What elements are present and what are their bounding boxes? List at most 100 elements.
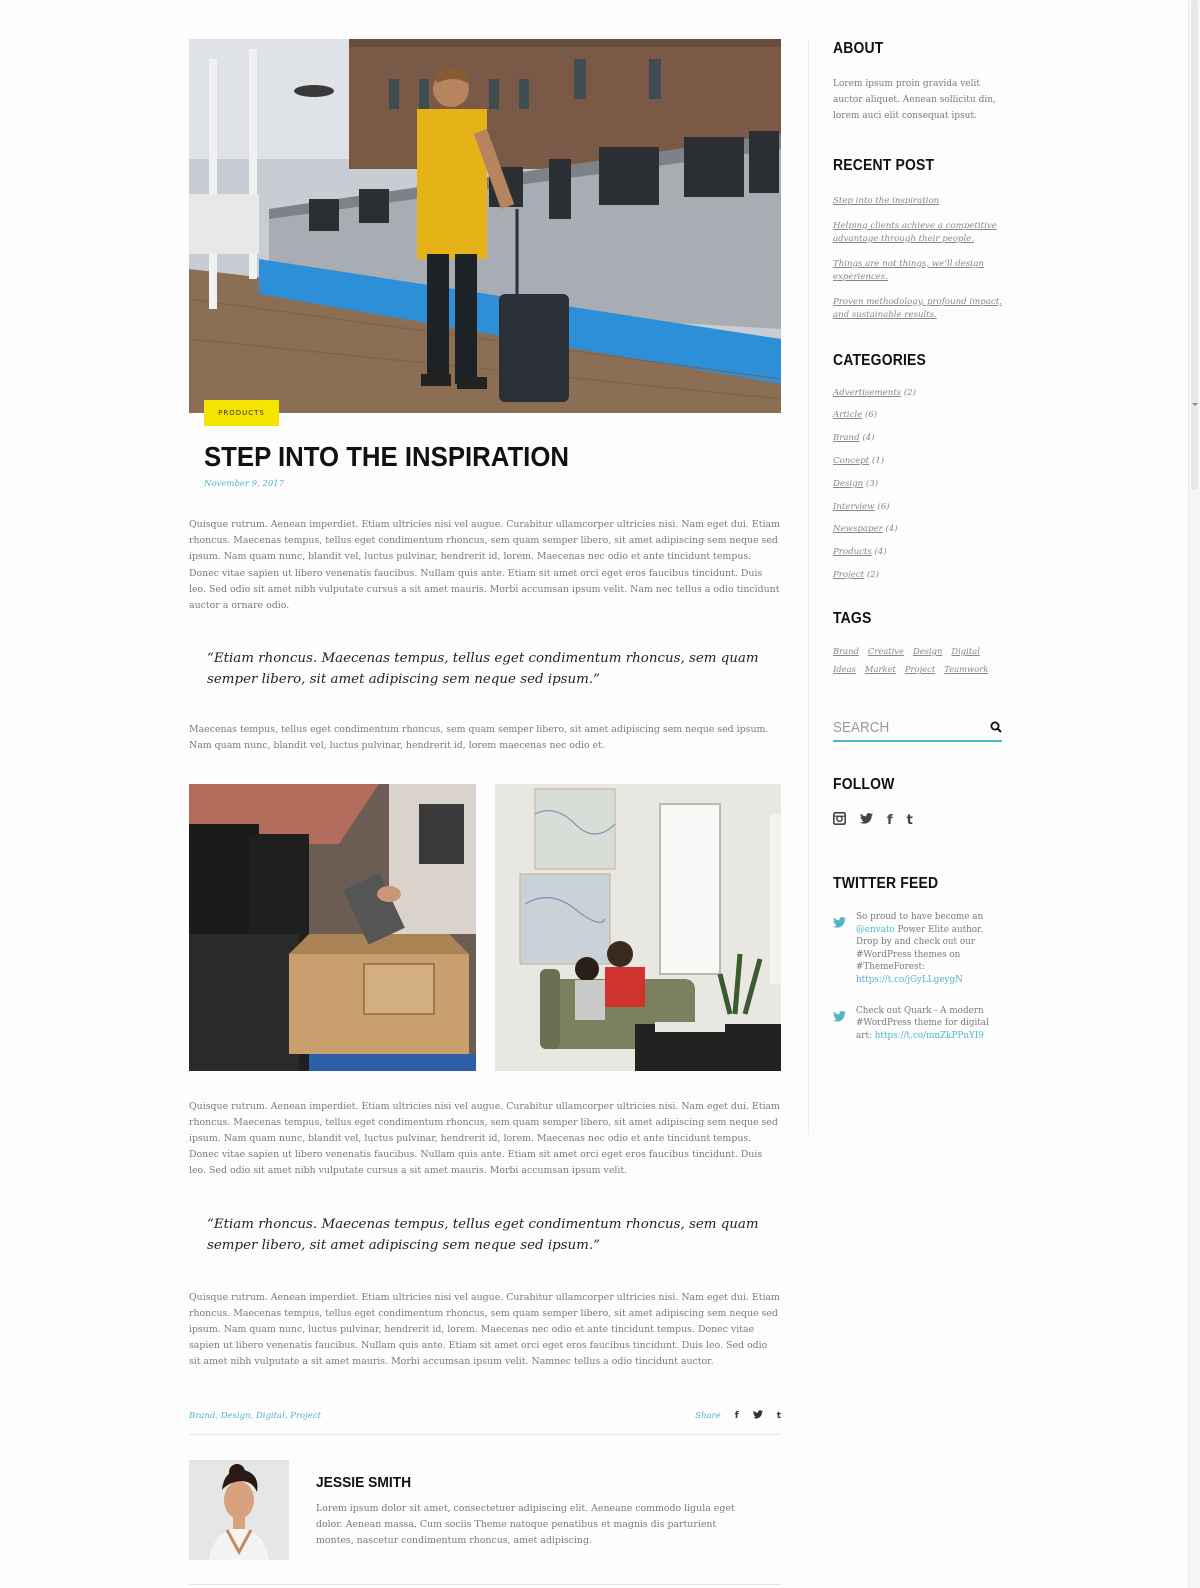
twitter-icon[interactable] [860, 813, 873, 828]
share-bar: Share f t [695, 1409, 781, 1422]
category-count: (3) [865, 478, 879, 489]
category-item[interactable]: Design (3) [833, 479, 1003, 489]
widget-title-recent-post: RECENT POST [833, 156, 935, 174]
category-item[interactable]: Project (2) [833, 570, 1003, 580]
recent-post-link[interactable]: Proven methodology, profound impact, and… [833, 296, 1003, 322]
scrollbar-thumb[interactable] [1191, 0, 1198, 490]
tumblr-icon[interactable]: t [907, 813, 913, 828]
widget-title-tags: TAGS [833, 609, 872, 627]
tweet-item: Check out Quark - A modern #WordPress th… [833, 1005, 1003, 1043]
widget-title-categories: CATEGORIES [833, 351, 927, 369]
post-date[interactable]: November 9, 2017 [204, 479, 781, 489]
author-avatar [189, 1459, 289, 1560]
sidebar: ABOUT Lorem ipsum proin gravida velit au… [833, 40, 1003, 1042]
category-label[interactable]: Project [833, 570, 864, 580]
category-label[interactable]: Brand [833, 433, 860, 443]
recent-posts-list: Step into the inspiration Helping client… [833, 195, 1003, 322]
post-tag-link[interactable]: Brand [189, 1411, 215, 1421]
post-tag-link[interactable]: Project [290, 1411, 321, 1421]
search-widget [833, 716, 1002, 742]
category-item[interactable]: Article (6) [833, 410, 1003, 420]
post-tag-link[interactable]: Design [221, 1411, 251, 1421]
recent-post-link[interactable]: Things are not things, we’ll design expe… [833, 258, 1003, 284]
gallery-image-packing[interactable] [189, 783, 476, 1071]
author-info: JESSIE SMITH Lorem ipsum dolor sit amet,… [316, 1460, 756, 1560]
category-count: (4) [885, 524, 898, 535]
tag-link[interactable]: Teamwork [944, 664, 988, 674]
window-scrollbar[interactable] [1188, 0, 1200, 1588]
category-label[interactable]: Interview [833, 502, 875, 512]
twitter-bird-icon [833, 913, 846, 987]
category-label[interactable]: Article [833, 410, 862, 420]
category-label[interactable]: Design [833, 479, 863, 489]
facebook-icon[interactable]: f [887, 813, 893, 828]
tag-link[interactable]: Project [905, 664, 935, 674]
search-input[interactable] [833, 719, 950, 737]
category-count: (2) [903, 387, 917, 398]
tweet-text-part: So proud to have become an [856, 911, 984, 922]
scroll-arrow-icon[interactable] [1192, 403, 1198, 406]
category-count: (6) [877, 501, 890, 512]
post-meta-bar: Brand, Design, Digital, Project Share f … [189, 1409, 781, 1435]
tweet-text: So proud to have become an @envato Power… [856, 911, 1003, 987]
post-tag-link[interactable]: Digital [256, 1411, 285, 1421]
follow-icons: f t [833, 811, 1003, 829]
category-count: (1) [871, 456, 885, 466]
category-label[interactable]: Concept [833, 456, 869, 466]
post-paragraph: Quisque rutrum. Aenean imperdiet. Etiam … [189, 519, 780, 612]
post-tags: Brand, Design, Digital, Project [189, 1410, 322, 1421]
tweet-url-link[interactable]: https://t.co/mnZkPPnYI9 [875, 1031, 984, 1041]
post-title: STEP INTO THE INSPIRATION [204, 441, 569, 472]
post-blockquote: “Etiam rhoncus. Maecenas tempus, tellus … [207, 1216, 759, 1253]
tag-link[interactable]: Ideas [833, 664, 856, 674]
widget-title-twitter-feed: TWITTER FEED [833, 874, 939, 892]
search-icon[interactable] [990, 718, 1002, 737]
category-item[interactable]: Newspaper (4) [833, 524, 1003, 534]
category-item[interactable]: Interview (6) [833, 502, 1003, 512]
recent-post-link[interactable]: Step into the inspiration [833, 195, 1003, 208]
post-blockquote: “Etiam rhoncus. Maecenas tempus, tellus … [207, 651, 759, 688]
tumblr-icon[interactable]: t [777, 1411, 781, 1421]
widget-title-about: ABOUT [833, 40, 884, 57]
instagram-icon[interactable] [833, 811, 846, 829]
tweet-item: So proud to have become an @envato Power… [833, 911, 1003, 987]
tweet-url-link[interactable]: https://t.co/jGyLLgeygN [856, 975, 963, 985]
categories-list: Advertisements (2) Article (6) Brand (4)… [833, 388, 1003, 580]
recent-post-link[interactable]: Helping clients achieve a competitive ad… [833, 220, 1003, 246]
category-badge[interactable]: PRODUCTS [204, 400, 279, 426]
tag-link[interactable]: Brand [833, 646, 859, 656]
author-box: JESSIE SMITH Lorem ipsum dolor sit amet,… [189, 1459, 781, 1585]
category-count: (6) [864, 410, 878, 421]
category-count: (4) [862, 433, 875, 444]
share-label: Share [695, 1410, 721, 1421]
twitter-icon[interactable] [752, 1409, 763, 1422]
post-paragraph: Quisque rutrum. Aenean imperdiet. Etiam … [189, 1291, 780, 1368]
hero-image [189, 39, 781, 413]
category-item[interactable]: Products (4) [833, 547, 1003, 557]
tag-link[interactable]: Market [865, 664, 896, 674]
gallery-image-living-room[interactable] [494, 783, 781, 1071]
tweet-mention-link[interactable]: @envato [856, 925, 895, 935]
category-item[interactable]: Brand (4) [833, 433, 1003, 443]
tag-link[interactable]: Design [913, 646, 942, 656]
category-label[interactable]: Advertisements [833, 388, 901, 398]
tag-link[interactable]: Digital [951, 646, 979, 656]
image-gallery [189, 783, 781, 1071]
author-bio: Lorem ipsum dolor sit amet, consectetuer… [316, 1502, 735, 1547]
facebook-icon[interactable]: f [735, 1411, 739, 1421]
twitter-bird-icon [833, 1007, 846, 1043]
author-name[interactable]: JESSIE SMITH [316, 1474, 721, 1491]
category-label[interactable]: Newspaper [833, 524, 883, 534]
tag-cloud: Brand Creative Design Digital Ideas Mark… [833, 646, 993, 674]
post-main: PRODUCTS STEP INTO THE INSPIRATION Novem… [189, 39, 781, 1585]
tweet-text: Check out Quark - A modern #WordPress th… [856, 1005, 1003, 1043]
category-item[interactable]: Advertisements (2) [833, 388, 1003, 398]
category-count: (2) [866, 569, 880, 580]
tag-link[interactable]: Creative [868, 646, 904, 656]
category-count: (4) [874, 547, 887, 558]
widget-title-follow: FOLLOW [833, 775, 895, 793]
category-label[interactable]: Products [833, 547, 872, 557]
category-item[interactable]: Concept (1) [833, 456, 1003, 466]
post-paragraph: Quisque rutrum. Aenean imperdiet. Etiam … [189, 1100, 780, 1177]
sidebar-divider [808, 39, 809, 1134]
